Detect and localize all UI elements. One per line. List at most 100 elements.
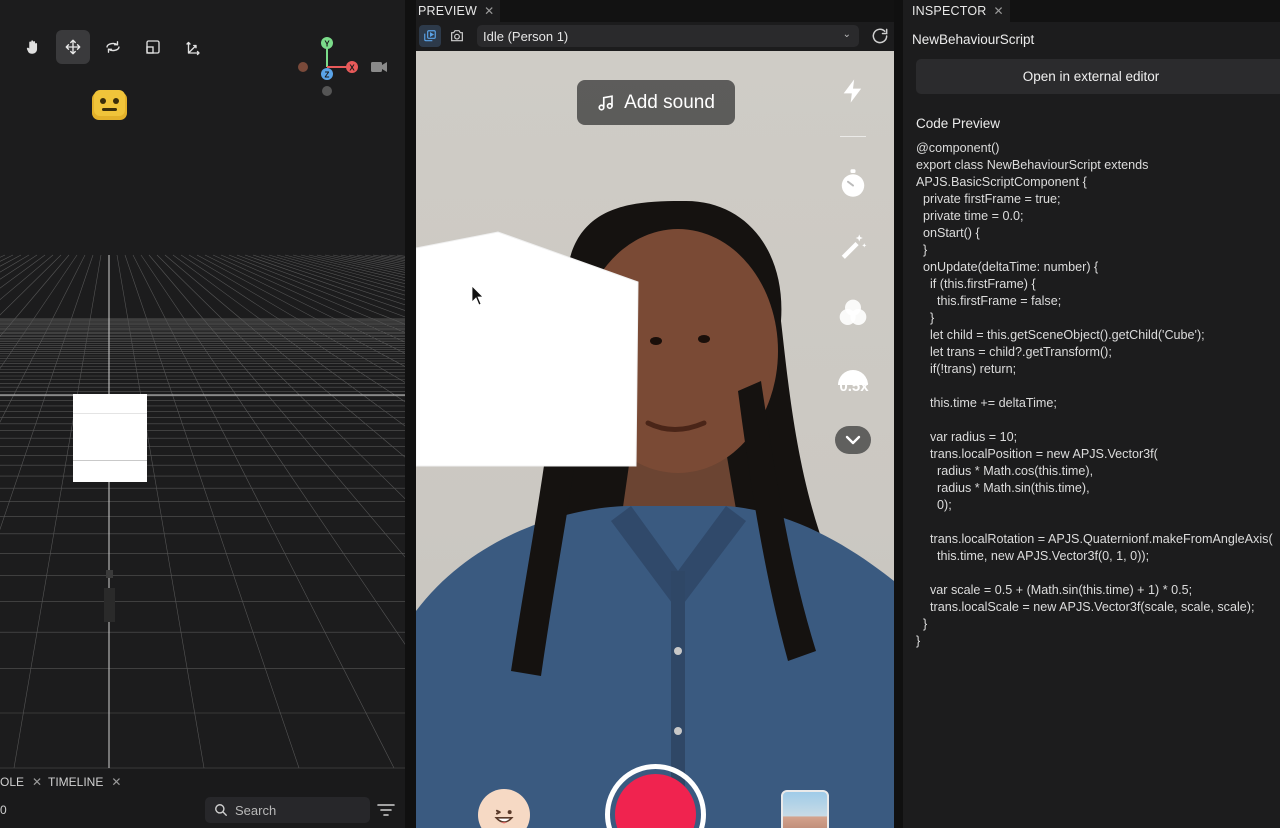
preview-tabbar: PREVIEW ✕: [416, 0, 894, 22]
camera-button[interactable]: [446, 25, 468, 47]
tab-preview[interactable]: PREVIEW ✕: [416, 0, 501, 22]
timer-button[interactable]: [833, 163, 873, 203]
scene-camera-icon: [371, 62, 387, 72]
grid-line: [172, 254, 405, 427]
close-icon[interactable]: ✕: [994, 4, 1004, 18]
magic-wand-icon: [841, 234, 867, 259]
tab-inspector[interactable]: INSPECTOR ✕: [903, 0, 1010, 22]
grid-line: [188, 254, 405, 383]
grid-line: [324, 254, 405, 273]
grid-line: [0, 254, 14, 262]
lightning-icon: [843, 79, 862, 103]
grid-line: [244, 254, 405, 311]
scene-panel: Y X Z OLE ✕ TIMELINE ✕ 0 Search: [0, 0, 405, 828]
open-external-editor-button[interactable]: Open in external editor: [916, 59, 1280, 94]
gizmo-y-label: Y: [324, 40, 330, 49]
grid-line: [388, 254, 405, 258]
rotate-tool-button[interactable]: [96, 30, 130, 64]
tab-console-label: OLE: [0, 775, 25, 789]
inspector-panel: INSPECTOR ✕ NewBehaviourScript Open in e…: [903, 0, 1280, 828]
grid-line: [220, 254, 405, 333]
grid-line: [196, 254, 405, 367]
grid-line: [0, 254, 94, 531]
grid-line: [0, 254, 22, 267]
code-preview-heading: Code Preview: [916, 116, 1001, 131]
panel-divider[interactable]: [405, 0, 416, 828]
grid-line: [124, 254, 300, 768]
flash-button[interactable]: [833, 71, 873, 111]
tab-preview-label: PREVIEW: [418, 4, 478, 18]
more-tools-button[interactable]: [833, 420, 873, 460]
subject-image: [416, 201, 894, 828]
search-field[interactable]: [205, 797, 370, 823]
preview-toolbar: Idle (Person 1) ⌄: [416, 22, 894, 51]
grid-line: [13, 254, 102, 768]
grid-line: [164, 254, 405, 458]
camera-icon: [451, 30, 463, 42]
move-icon: [65, 39, 81, 55]
grid-line: [0, 254, 62, 316]
close-icon[interactable]: ✕: [32, 775, 42, 789]
refresh-icon[interactable]: [870, 26, 890, 46]
scene-toolbar: [16, 30, 210, 64]
close-icon[interactable]: ✕: [484, 4, 494, 18]
grid-line: [156, 254, 405, 500]
timer-icon: [841, 169, 865, 197]
grid-line: [0, 254, 46, 289]
add-sound-button[interactable]: Add sound: [577, 80, 735, 125]
scene-viewport[interactable]: Y X Z: [0, 0, 405, 768]
grid-line: [380, 254, 405, 260]
speed-label: 0.5x: [839, 378, 869, 395]
hand-tool-button[interactable]: [16, 30, 50, 64]
tab-timeline[interactable]: TIMELINE ✕: [48, 775, 121, 789]
scale-tool-button[interactable]: [136, 30, 170, 64]
grid-line: [212, 254, 405, 343]
gizmo-z-label: Z: [325, 71, 330, 80]
grid-line: [348, 254, 405, 267]
grid-line: [292, 254, 405, 285]
grid-line: [356, 254, 405, 265]
grid-line: [300, 254, 405, 281]
grid-line: [0, 254, 54, 301]
transform-icon: [186, 41, 200, 56]
gizmo-x-label: X: [349, 64, 355, 73]
orientation-gizmo: Y X Z: [298, 37, 358, 96]
grid-line: [332, 254, 405, 271]
panel-divider[interactable]: [894, 0, 903, 828]
grid-line: [372, 254, 405, 262]
record-button[interactable]: [615, 774, 696, 828]
preview-panel: PREVIEW ✕ Idle (Person 1) ⌄ Add sound 0.…: [416, 0, 894, 828]
add-sound-label: Add sound: [624, 91, 715, 113]
gallery-button[interactable]: [781, 790, 829, 828]
grid-line: [308, 254, 405, 278]
grid-line: [236, 254, 405, 318]
tab-console[interactable]: OLE ✕: [0, 775, 42, 789]
script-name: NewBehaviourScript: [912, 32, 1035, 47]
transform-tool-button[interactable]: [176, 30, 210, 64]
grid-line: [260, 254, 405, 301]
chevron-down-icon: [835, 426, 871, 454]
camera-preview[interactable]: Add sound 0.5x: [416, 51, 894, 828]
grid-line: [0, 254, 86, 423]
grid-line: [364, 254, 405, 263]
move-tool-button[interactable]: [56, 30, 90, 64]
close-icon[interactable]: ✕: [111, 775, 121, 789]
grid-line: [0, 254, 38, 280]
grid-line: [268, 254, 405, 296]
cube-object: [73, 394, 147, 482]
preview-mode-button[interactable]: [419, 25, 441, 47]
grid-line: [0, 254, 78, 370]
search-icon: [215, 804, 227, 816]
grid-line: [116, 254, 205, 768]
music-note-icon: [598, 94, 613, 111]
subject-select[interactable]: Idle (Person 1) ⌄: [477, 25, 859, 47]
camera-object: [104, 588, 115, 622]
filter-icon[interactable]: [376, 801, 396, 819]
search-input[interactable]: [235, 802, 355, 818]
filters-button[interactable]: [833, 293, 873, 333]
tab-timeline-label: TIMELINE: [48, 775, 104, 789]
filters-icon: [839, 299, 867, 325]
camera-object-lens: [106, 570, 113, 578]
beautify-button[interactable]: [833, 227, 873, 267]
side-divider: [840, 136, 866, 137]
